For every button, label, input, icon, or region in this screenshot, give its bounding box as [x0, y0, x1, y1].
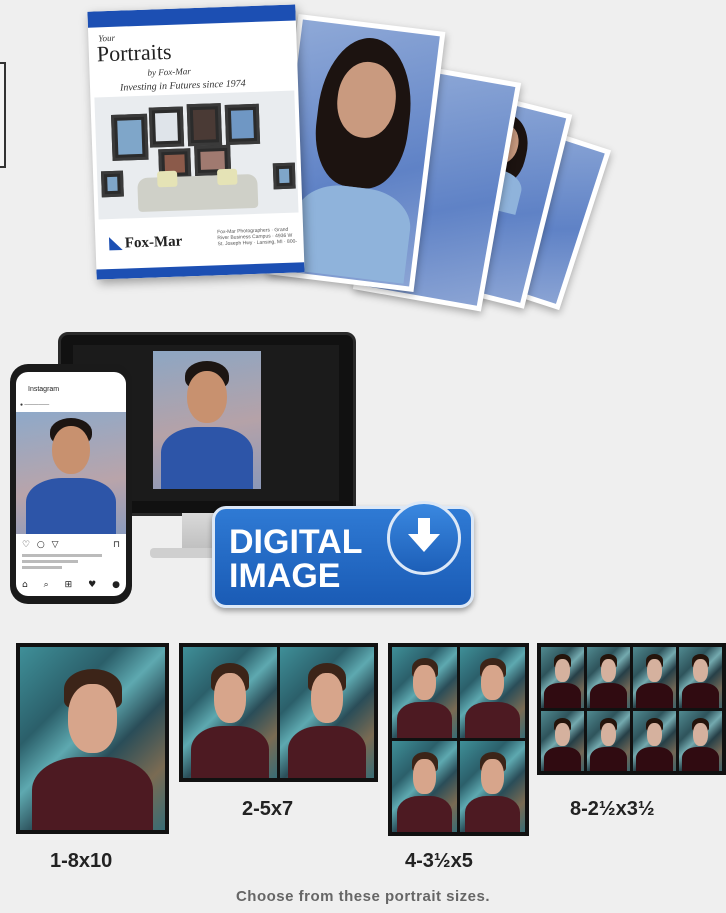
portrait-tile	[587, 647, 630, 708]
portrait-tile	[633, 647, 676, 708]
brochure-top-band	[87, 4, 296, 28]
portrait-tile	[460, 741, 525, 832]
monitor-portrait	[153, 351, 261, 489]
instagram-nav: ⌂ ⌕ ⊞ ♥ ●	[22, 580, 120, 590]
portraits-brochure: Your Portraits by Fox-Mar Investing in F…	[87, 4, 305, 280]
brochure-bottom-band	[96, 262, 305, 280]
smartphone: Instagram ● ─────── ♡ ○ ▽ ⊓ ⌂ ⌕ ⊞ ♥ ●	[10, 364, 132, 604]
brochure-byline: by Fox-Mar	[147, 66, 191, 78]
home-icon: ⌂	[22, 580, 28, 590]
portrait-tile	[183, 647, 277, 778]
portrait-tile	[460, 647, 525, 738]
download-arrow-icon	[387, 501, 461, 575]
package-3.5x5	[388, 643, 529, 836]
instagram-portrait	[16, 412, 126, 534]
portrait-tile	[587, 710, 630, 771]
portrait-tile	[20, 647, 165, 830]
package-5x7	[179, 643, 378, 782]
digital-label: DIGITAL	[229, 523, 363, 561]
sizes-caption: Choose from these portrait sizes.	[235, 888, 491, 905]
profile-icon: ●	[112, 580, 120, 590]
heart-icon: ♥	[88, 580, 97, 590]
package-label-wallets: 8-2½x3½	[570, 798, 655, 820]
portrait-tile	[679, 710, 722, 771]
package-8x10	[16, 643, 169, 834]
package-wallets	[537, 643, 726, 775]
search-icon: ⌕	[43, 580, 49, 590]
package-label-3.5x5: 4-3½x5	[405, 850, 473, 872]
portrait-tile	[633, 710, 676, 771]
portrait-tile	[541, 647, 584, 708]
instagram-header: Instagram	[28, 386, 60, 393]
fox-logo-icon: ◣	[109, 234, 123, 253]
brochure-address: Fox-Mar Photographers · Grand River Busi…	[217, 226, 298, 248]
instagram-action-icons: ♡ ○ ▽	[22, 540, 61, 550]
brochure-title: Portraits	[96, 38, 172, 67]
instagram-user: ● ───────	[20, 402, 50, 408]
portrait-tile	[392, 647, 457, 738]
add-icon: ⊞	[64, 580, 73, 590]
brochure-wall-scene	[94, 90, 299, 220]
brochure-tagline: Investing in Futures since 1974	[119, 78, 246, 94]
portrait-tile	[541, 710, 584, 771]
bookmark-icon: ⊓	[112, 540, 120, 550]
portrait-tile	[392, 741, 457, 832]
portrait-tile	[280, 647, 374, 778]
digital-image-badge: DIGITAL IMAGE	[212, 501, 474, 608]
instagram-caption-lines	[22, 554, 102, 572]
image-label: IMAGE	[229, 557, 341, 595]
portrait-tile	[679, 647, 722, 708]
package-label-8x10: 1-8x10	[50, 850, 113, 872]
package-label-5x7: 2-5x7	[242, 798, 294, 820]
frame-fragment	[0, 62, 6, 168]
